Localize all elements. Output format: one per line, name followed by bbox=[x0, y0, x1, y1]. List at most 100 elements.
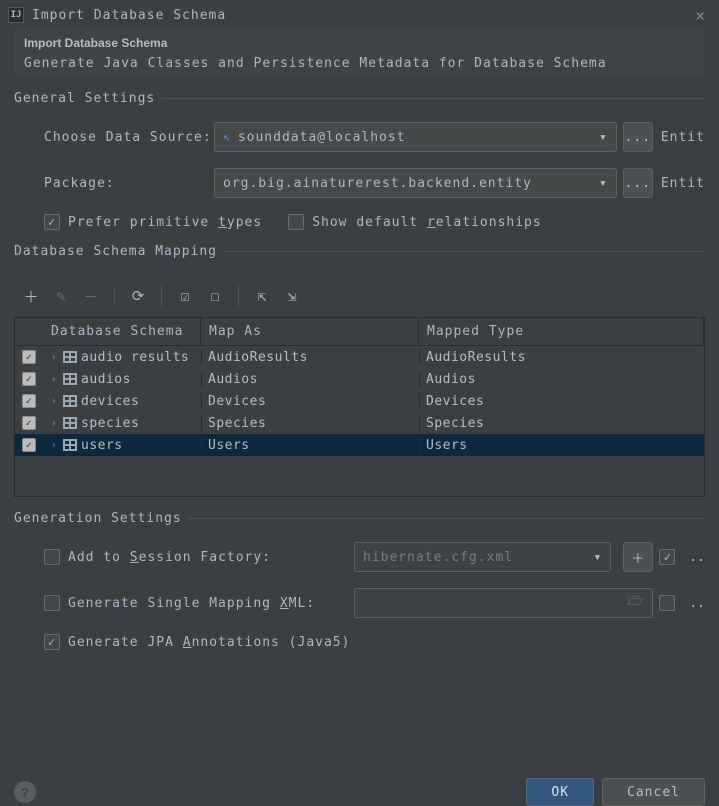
single-mapping-field[interactable]: 🗁 bbox=[354, 588, 653, 618]
session-factory-option[interactable]: Add to Session Factory: bbox=[44, 549, 354, 565]
ok-button[interactable]: OK bbox=[526, 778, 594, 806]
collapse-all-button[interactable]: ⇲ bbox=[279, 283, 305, 309]
app-icon: IJ bbox=[8, 7, 24, 23]
session-factory-checkbox[interactable] bbox=[44, 549, 60, 565]
section-label: Generation Settings bbox=[14, 511, 182, 526]
table-row[interactable]: ✓ › devices DevicesDevices bbox=[15, 390, 704, 412]
cancel-button[interactable]: Cancel bbox=[602, 778, 705, 806]
table-icon bbox=[63, 417, 77, 429]
expand-icon[interactable]: › bbox=[49, 374, 59, 385]
prefer-primitive-label: Prefer primitive types bbox=[68, 215, 262, 230]
dialog-title: Import Database Schema bbox=[24, 36, 695, 50]
expand-icon[interactable]: › bbox=[49, 418, 59, 429]
package-label: Package: bbox=[44, 176, 214, 191]
session-side-checkbox[interactable] bbox=[659, 549, 675, 565]
expand-icon[interactable]: › bbox=[49, 396, 59, 407]
expand-all-button[interactable]: ⇱ bbox=[249, 283, 275, 309]
dialog-subtitle: Generate Java Classes and Persistence Me… bbox=[24, 56, 695, 71]
col-mappedtype[interactable]: Mapped Type bbox=[419, 318, 704, 345]
row-checkbox[interactable]: ✓ bbox=[22, 438, 36, 452]
row-checkbox[interactable]: ✓ bbox=[22, 350, 36, 364]
section-label: General Settings bbox=[14, 91, 155, 106]
schema-name: users bbox=[81, 438, 123, 453]
single-mapping-row: Generate Single Mapping XML: 🗁 .. bbox=[14, 588, 705, 618]
schema-table: Database Schema Map As Mapped Type ✓ › aud… bbox=[14, 317, 705, 497]
expand-icon[interactable]: › bbox=[49, 440, 59, 451]
edit-button[interactable]: ✎ bbox=[48, 283, 74, 309]
table-row[interactable]: ✓ › users UsersUsers bbox=[15, 434, 704, 456]
package-combo[interactable]: org.big.ainaturerest.backend.entity ▾ bbox=[214, 168, 617, 198]
datasource-value: sounddata@localhost bbox=[238, 130, 406, 145]
single-side-checkbox[interactable] bbox=[659, 595, 675, 611]
row-checkbox[interactable]: ✓ bbox=[22, 416, 36, 430]
mapped-type-cell[interactable]: Audios bbox=[419, 372, 704, 387]
general-checkrow: Prefer primitive types Show default rela… bbox=[14, 214, 705, 230]
session-factory-label: Add to Session Factory: bbox=[68, 550, 271, 565]
col-check bbox=[15, 318, 43, 345]
mapped-type-cell[interactable]: Users bbox=[419, 438, 704, 453]
table-row[interactable]: ✓ › audio results AudioResultsAudioResults bbox=[15, 346, 704, 368]
schema-name: audio results bbox=[81, 350, 189, 365]
row-checkbox[interactable]: ✓ bbox=[22, 372, 36, 386]
table-row[interactable]: ✓ › species SpeciesSpecies bbox=[15, 412, 704, 434]
schema-name: species bbox=[81, 416, 139, 431]
show-default-rel-checkbox[interactable] bbox=[288, 214, 304, 230]
generation-settings-section: Generation Settings Add to Session Facto… bbox=[14, 511, 705, 650]
prefer-primitive-option[interactable]: Prefer primitive types bbox=[44, 214, 262, 230]
single-mapping-option[interactable]: Generate Single Mapping XML: bbox=[44, 595, 354, 611]
package-browse-button[interactable]: ... bbox=[623, 168, 653, 198]
mapped-type-cell[interactable]: Devices bbox=[419, 394, 704, 409]
session-side-text: .. bbox=[689, 550, 705, 565]
single-mapping-label: Generate Single Mapping XML: bbox=[68, 596, 315, 611]
table-icon bbox=[63, 373, 77, 385]
jpa-option[interactable]: Generate JPA Annotations (Java5) bbox=[44, 634, 350, 650]
session-factory-add-button[interactable]: ＋ bbox=[623, 542, 653, 572]
table-body: ✓›audio resultsAudioResultsAudioResults✓… bbox=[15, 346, 704, 456]
section-label: Database Schema Mapping bbox=[14, 244, 217, 259]
map-as-cell[interactable]: Audios bbox=[201, 372, 419, 387]
add-button[interactable]: ＋ bbox=[18, 283, 44, 309]
divider bbox=[188, 518, 705, 519]
session-factory-value: hibernate.cfg.xml bbox=[363, 550, 513, 565]
folder-icon: 🗁 bbox=[627, 592, 644, 614]
mapping-toolbar: ＋ ✎ － ⟳ ☑ ☐ ⇱ ⇲ bbox=[14, 275, 705, 317]
help-button[interactable]: ? bbox=[14, 781, 36, 803]
table-row[interactable]: ✓›audiosAudiosAudios bbox=[15, 368, 704, 390]
map-as-cell[interactable]: Species bbox=[201, 416, 419, 431]
table-icon bbox=[63, 351, 77, 363]
mapped-type-cell[interactable]: AudioResults bbox=[419, 350, 704, 365]
col-mapas[interactable]: Map As bbox=[201, 318, 419, 345]
datasource-browse-button[interactable]: ... bbox=[623, 122, 653, 152]
select-all-button[interactable]: ☑ bbox=[172, 283, 198, 309]
window-title: Import Database Schema bbox=[32, 8, 689, 23]
refresh-button[interactable]: ⟳ bbox=[125, 283, 151, 309]
package-value: org.big.ainaturerest.backend.entity bbox=[223, 176, 532, 191]
datasource-combo[interactable]: ↖ sounddata@localhost ▾ bbox=[214, 122, 617, 152]
remove-button[interactable]: － bbox=[78, 283, 104, 309]
separator bbox=[161, 286, 162, 306]
single-mapping-checkbox[interactable] bbox=[44, 595, 60, 611]
map-as-cell[interactable]: AudioResults bbox=[201, 350, 419, 365]
package-row: Package: org.big.ainaturerest.backend.en… bbox=[14, 168, 705, 198]
map-as-cell[interactable]: Devices bbox=[201, 394, 419, 409]
separator bbox=[238, 286, 239, 306]
prefer-primitive-checkbox[interactable] bbox=[44, 214, 60, 230]
dialog-header: Import Database Schema Generate Java Cla… bbox=[14, 30, 705, 77]
map-as-cell[interactable]: Users bbox=[201, 438, 419, 453]
col-schema[interactable]: Database Schema bbox=[43, 318, 201, 345]
row-checkbox[interactable]: ✓ bbox=[22, 394, 36, 408]
show-default-rel-option[interactable]: Show default relationships bbox=[288, 214, 542, 230]
close-icon[interactable]: × bbox=[689, 6, 711, 25]
schema-mapping-section: Database Schema Mapping ＋ ✎ － ⟳ ☑ ☐ ⇱ ⇲ … bbox=[14, 244, 705, 497]
mapped-type-cell[interactable]: Species bbox=[419, 416, 704, 431]
jpa-checkbox[interactable] bbox=[44, 634, 60, 650]
package-side-label: Entit bbox=[661, 176, 705, 191]
chevron-down-icon: ▾ bbox=[599, 176, 608, 191]
session-factory-combo[interactable]: hibernate.cfg.xml ▾ bbox=[354, 542, 611, 572]
deselect-all-button[interactable]: ☐ bbox=[202, 283, 228, 309]
datasource-label: Choose Data Source: bbox=[44, 130, 214, 145]
schema-name: devices bbox=[81, 394, 139, 409]
table-header: Database Schema Map As Mapped Type bbox=[15, 318, 704, 346]
expand-icon[interactable]: › bbox=[49, 352, 59, 363]
show-default-rel-label: Show default relationships bbox=[312, 215, 542, 230]
